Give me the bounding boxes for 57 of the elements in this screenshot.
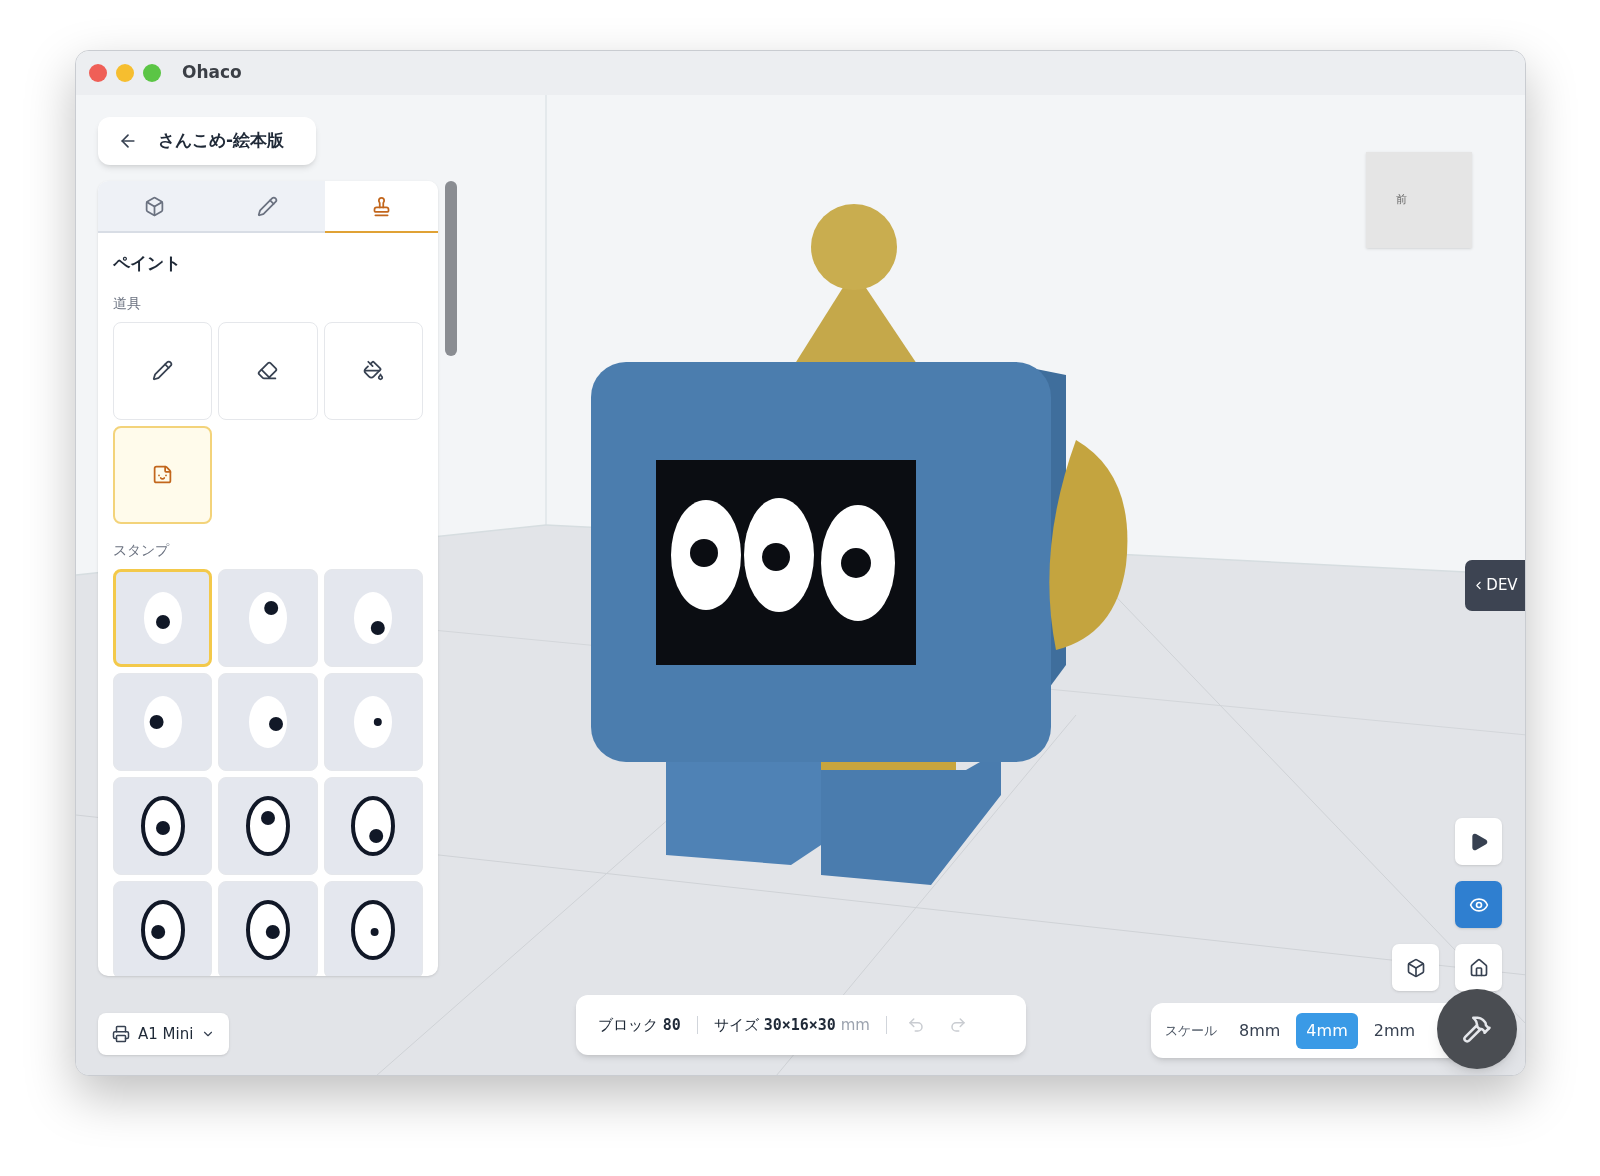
project-title: さんこめ-絵本版 <box>158 129 285 153</box>
printer-dropdown[interactable]: A1 Mini <box>98 1013 230 1055</box>
panel-tab[interactable] <box>98 181 212 233</box>
section-heading: ペイント <box>113 252 182 275</box>
scale-option[interactable]: 8mm <box>1229 1012 1291 1049</box>
stamp-button[interactable] <box>113 776 213 875</box>
stamp-button[interactable] <box>218 776 318 875</box>
ringed-eye-stamp-icon <box>139 898 186 961</box>
view-cube[interactable]: 前 <box>1366 152 1472 248</box>
stamp-button[interactable] <box>218 880 318 976</box>
minimize-button[interactable] <box>116 64 134 82</box>
home-icon <box>1468 957 1489 978</box>
close-button[interactable] <box>89 64 107 82</box>
scale-option[interactable]: 2mm <box>1363 1012 1426 1049</box>
panel-tab[interactable] <box>324 181 438 233</box>
eye-stamp-icon <box>142 590 183 645</box>
panel-tab[interactable] <box>211 181 325 233</box>
stamp-button[interactable] <box>323 880 423 976</box>
pencil-icon <box>152 360 174 381</box>
section-label: 道具 <box>113 293 142 313</box>
section-label: スタンプ <box>113 540 171 560</box>
ringed-eye-stamp-icon <box>245 794 291 857</box>
pencil-icon <box>257 195 279 217</box>
eraser-icon <box>257 360 279 381</box>
printer-icon <box>112 1025 130 1043</box>
maximize-button[interactable] <box>143 64 161 82</box>
paint-bucket-icon <box>362 360 384 381</box>
scale-label: スケール <box>1165 1021 1217 1040</box>
cube-icon <box>1405 957 1426 978</box>
stamp-button[interactable] <box>113 880 213 976</box>
eye-stamp-icon <box>248 590 288 645</box>
view-button[interactable] <box>1455 818 1502 865</box>
tool-button[interactable] <box>113 321 213 420</box>
model-size: サイズ 30×16×30 mm <box>713 1014 870 1036</box>
ringed-eye-stamp-icon <box>350 898 397 961</box>
ringed-eye-stamp-icon <box>245 898 291 961</box>
window-title: Ohaco <box>182 61 242 85</box>
tool-button[interactable] <box>113 425 213 524</box>
eye-stamp-icon <box>353 694 394 749</box>
tool-button[interactable] <box>218 321 318 420</box>
scrollbar-thumb[interactable] <box>445 181 457 356</box>
sticker-icon <box>152 464 174 485</box>
block-count: ブロック 80 <box>598 1014 681 1036</box>
tool-button[interactable] <box>323 321 423 420</box>
eye-stamp-icon <box>248 694 288 749</box>
eye-stamp-icon <box>353 590 394 645</box>
ringed-eye-stamp-icon <box>139 794 186 857</box>
view-button[interactable] <box>1455 944 1502 991</box>
dev-tab[interactable]: DEV <box>1465 560 1525 611</box>
cube-icon <box>144 195 166 217</box>
stamp-button[interactable] <box>323 776 423 875</box>
undo-icon <box>906 1016 925 1034</box>
eye-stamp-icon <box>142 694 183 749</box>
hammer-icon <box>1462 1014 1492 1044</box>
ringed-eye-stamp-icon <box>350 794 397 857</box>
view-button[interactable] <box>1392 944 1439 991</box>
redo-icon <box>948 1016 967 1034</box>
